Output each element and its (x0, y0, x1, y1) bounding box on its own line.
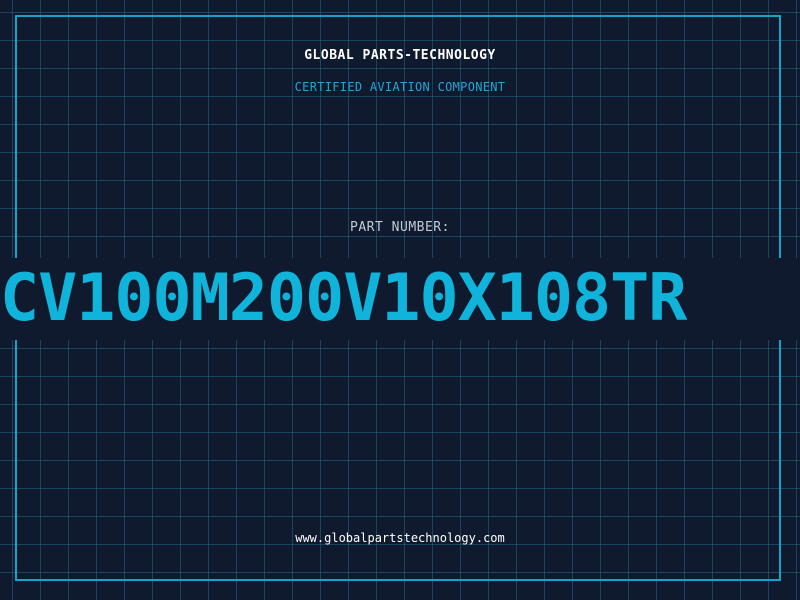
company-name: GLOBAL PARTS-TECHNOLOGY (304, 48, 496, 63)
part-number-value: CV100M200V10X108TR (0, 261, 687, 336)
part-number-label: PART NUMBER: (350, 220, 450, 235)
part-number-band: CV100M200V10X108TR (0, 258, 800, 340)
part-card: GLOBAL PARTS-TECHNOLOGY CERTIFIED AVIATI… (0, 0, 800, 600)
certification-tagline: CERTIFIED AVIATION COMPONENT (294, 80, 506, 94)
website-url[interactable]: www.globalpartstechnology.com (0, 531, 800, 545)
